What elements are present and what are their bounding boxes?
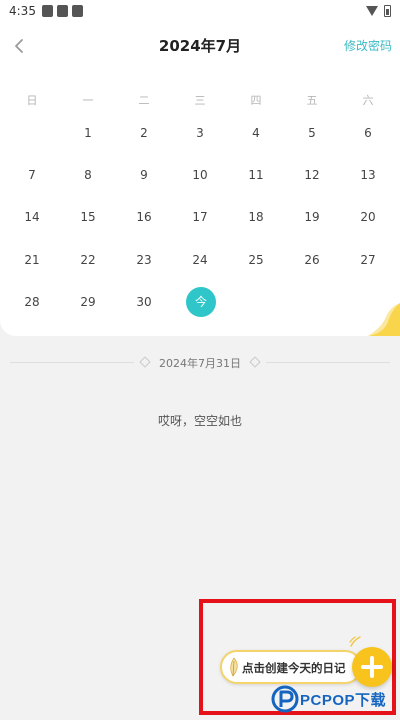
empty-state-text: 哎呀，空空如也 xyxy=(157,414,242,428)
create-diary-label: 点击创建今天的日记 xyxy=(242,661,346,675)
app-notification-icon xyxy=(72,5,83,17)
feather-icon xyxy=(230,657,238,677)
weekday-sun: 日 xyxy=(26,94,38,107)
watermark-logo-icon xyxy=(271,685,299,713)
calendar-day[interactable]: 14 xyxy=(12,205,52,229)
weekday-fri: 五 xyxy=(306,94,318,107)
calendar-day[interactable]: 4 xyxy=(236,121,276,145)
calendar-day[interactable]: 23 xyxy=(124,248,164,272)
calendar-day[interactable]: 24 xyxy=(180,248,220,272)
weekday-mon: 一 xyxy=(82,94,94,107)
selected-date-label: 2024年7月31日 xyxy=(159,357,241,370)
watermark: PCPOP下载 xyxy=(270,684,398,714)
calendar-day[interactable]: 30 xyxy=(124,290,164,314)
status-bar: 4:35 xyxy=(0,0,400,24)
calendar-day[interactable]: 7 xyxy=(12,163,52,187)
calendar-day[interactable]: 5 xyxy=(292,121,332,145)
status-time: 4:35 xyxy=(9,4,36,18)
weekday-wed: 三 xyxy=(194,94,206,107)
calendar-day[interactable]: 16 xyxy=(124,205,164,229)
calendar-day[interactable]: 26 xyxy=(292,248,332,272)
calendar-day[interactable]: 1 xyxy=(68,121,108,145)
date-divider: 2024年7月31日 xyxy=(10,352,390,372)
watermark-text: PCPOP下载 xyxy=(300,692,387,709)
create-diary-button[interactable]: 点击创建今天的日记 xyxy=(220,650,362,684)
calendar-day[interactable]: 29 xyxy=(68,290,108,314)
calendar-day[interactable]: 21 xyxy=(12,248,52,272)
calendar-day[interactable]: 2 xyxy=(124,121,164,145)
diamond-icon xyxy=(139,356,151,368)
change-password-link[interactable]: 修改密码 xyxy=(344,37,392,54)
image-notification-icon xyxy=(42,5,53,17)
calendar-day[interactable]: 18 xyxy=(236,205,276,229)
battery-icon xyxy=(384,5,391,17)
diamond-icon xyxy=(249,356,261,368)
back-button[interactable] xyxy=(6,32,34,60)
sparkle-icon xyxy=(349,636,361,647)
add-button[interactable] xyxy=(352,647,392,687)
calendar-day[interactable]: 8 xyxy=(68,163,108,187)
calendar-day[interactable]: 28 xyxy=(12,290,52,314)
calendar-day[interactable]: 17 xyxy=(180,205,220,229)
calendar-day[interactable]: 27 xyxy=(348,248,388,272)
divider-line xyxy=(266,362,390,363)
page-curl-icon[interactable] xyxy=(368,303,400,336)
calendar-day[interactable]: 15 xyxy=(68,205,108,229)
wifi-icon xyxy=(366,6,378,16)
weekday-tue: 二 xyxy=(138,94,150,107)
calendar-day[interactable]: 6 xyxy=(348,121,388,145)
weekday-sat: 六 xyxy=(362,94,374,107)
calendar-day[interactable]: 3 xyxy=(180,121,220,145)
calendar-day[interactable]: 10 xyxy=(180,163,220,187)
calendar-day-today[interactable]: 今 xyxy=(186,287,216,317)
calendar-day[interactable]: 22 xyxy=(68,248,108,272)
page-title: 2024年7月 xyxy=(158,37,242,55)
divider-line xyxy=(10,362,134,363)
calendar-day[interactable]: 9 xyxy=(124,163,164,187)
calendar-day[interactable]: 12 xyxy=(292,163,332,187)
calendar-day[interactable]: 25 xyxy=(236,248,276,272)
calendar-day[interactable]: 11 xyxy=(236,163,276,187)
calendar-day[interactable]: 19 xyxy=(292,205,332,229)
calendar-card: 2024年7月 修改密码 日 一 二 三 四 五 六 1 2 3 4 5 6 7… xyxy=(0,24,400,336)
weekday-thu: 四 xyxy=(250,94,262,107)
calendar-day[interactable]: 13 xyxy=(348,163,388,187)
calendar-day[interactable]: 20 xyxy=(348,205,388,229)
app-notification-icon xyxy=(57,5,68,17)
chevron-left-icon xyxy=(15,39,23,53)
